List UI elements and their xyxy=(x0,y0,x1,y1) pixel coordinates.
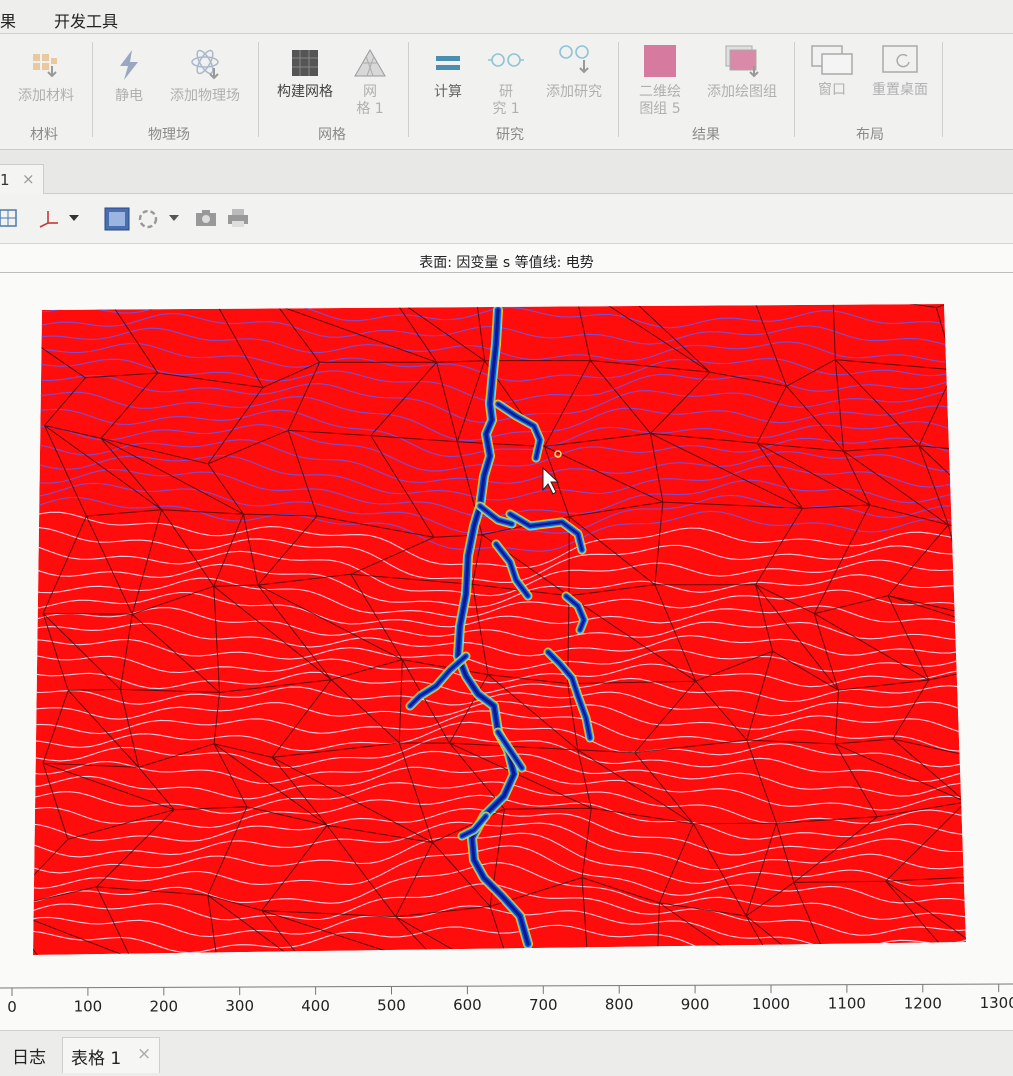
reset-desktop-button[interactable]: 重置桌面 xyxy=(864,44,936,99)
add-study-button[interactable]: 添加研究 xyxy=(538,42,610,101)
build-mesh-button[interactable]: 构建网格 xyxy=(268,48,342,101)
x-tick-label: 1000 xyxy=(752,995,790,1013)
ribbon-separator xyxy=(92,42,93,137)
plot-group-5-button[interactable]: 二维绘 图组 5 xyxy=(630,44,690,118)
tab-log[interactable]: 日志 xyxy=(12,1043,46,1068)
x-tick-label: 600 xyxy=(453,996,482,1014)
tab-graphics[interactable]: 1 × xyxy=(0,164,44,194)
print-icon[interactable] xyxy=(226,207,250,229)
ribbon-separator xyxy=(618,42,619,137)
window-button[interactable]: 窗口 xyxy=(806,44,858,99)
plot-canvas[interactable]: 0 100 200 300 400 500 600 700 800 900 1000 1100 1200… xyxy=(0,244,1013,1030)
group-label-materials: 材料 xyxy=(30,127,58,143)
zoom-extents-icon[interactable] xyxy=(0,207,20,229)
tab-close-icon[interactable]: × xyxy=(22,170,35,188)
group-label-results: 结果 xyxy=(692,127,720,143)
ribbon-separator xyxy=(258,42,259,137)
electrostatics-button[interactable]: 静电 xyxy=(108,48,150,105)
tab-table-label: 表格 1 xyxy=(71,1049,122,1069)
tab-graphics-label: 1 xyxy=(0,171,10,189)
ribbon-separator xyxy=(408,42,409,137)
ribbon-separator xyxy=(942,42,943,137)
scene-light-icon[interactable] xyxy=(104,207,130,231)
atom-icon xyxy=(191,49,219,80)
group-label-study: 研究 xyxy=(496,127,524,143)
lightning-icon xyxy=(120,50,138,80)
x-tick-label: 900 xyxy=(681,995,710,1013)
chevron-down-icon[interactable] xyxy=(168,213,180,223)
tab-table-1[interactable]: 表格 1 × xyxy=(62,1037,160,1073)
x-tick-label: 1200 xyxy=(904,994,942,1012)
triangle-mesh-icon xyxy=(354,48,386,77)
camera-icon[interactable] xyxy=(194,207,218,229)
rotate-icon[interactable] xyxy=(136,207,160,231)
x-tick-label: 300 xyxy=(225,997,254,1015)
group-label-mesh: 网格 xyxy=(318,127,346,143)
x-tick-label: 100 xyxy=(74,998,103,1016)
x-tick-label: 1300 xyxy=(980,994,1013,1012)
x-tick-label: 0 xyxy=(7,998,17,1016)
mesh-grid-icon xyxy=(292,50,318,76)
add-plot-group-icon xyxy=(725,45,759,78)
x-axis: 0 100 200 300 400 500 600 700 800 900 1000 1100 1200… xyxy=(0,983,1013,1016)
x-tick-label: 700 xyxy=(529,996,558,1014)
tab-close-icon[interactable]: × xyxy=(137,1044,151,1064)
chevron-down-icon[interactable] xyxy=(68,213,80,223)
mesh1-button[interactable]: 网 格 1 xyxy=(346,48,394,118)
add-plot-group-button[interactable]: 添加绘图组 xyxy=(700,44,784,101)
material-icon xyxy=(33,54,57,78)
x-tick-label: 400 xyxy=(301,997,330,1015)
x-tick-label: 500 xyxy=(377,997,406,1015)
menu-results[interactable]: 果 xyxy=(0,8,16,32)
plot-surface xyxy=(33,304,966,955)
x-tick-label: 1100 xyxy=(828,995,866,1013)
x-tick-label: 800 xyxy=(605,996,634,1014)
bottom-panel-tabs: 日志 表格 1 × xyxy=(0,1030,1013,1076)
x-tick-label: 200 xyxy=(149,997,178,1015)
graphics-window[interactable]: 表面: 因变量 s 等值线: 电势 0 100 200 300 400 500 600 700… xyxy=(0,244,1013,1030)
graphics-toolbar xyxy=(0,194,1013,244)
compute-button[interactable]: 计算 xyxy=(424,48,472,101)
add-study-icon xyxy=(559,45,589,74)
add-material-button[interactable]: 添加材料 xyxy=(10,48,82,105)
study-icon xyxy=(488,53,524,67)
ribbon: 添加材料 材料 静电 添加物理场 物理场 构建网格 网 格 1 网格 计算 研 … xyxy=(0,34,1013,150)
reset-desktop-icon xyxy=(882,45,918,73)
group-label-physics: 物理场 xyxy=(148,127,190,143)
window-icon xyxy=(811,45,853,75)
equals-icon xyxy=(436,56,460,70)
study1-button[interactable]: 研 究 1 xyxy=(480,48,532,118)
menu-developer[interactable]: 开发工具 xyxy=(54,8,118,32)
menu-bar: 果 开发工具 xyxy=(0,0,1013,34)
ribbon-separator xyxy=(794,42,795,137)
add-physics-button[interactable]: 添加物理场 xyxy=(160,48,250,105)
graphics-tab-row: 1 × xyxy=(0,150,1013,194)
axis-orientation-icon[interactable] xyxy=(36,207,62,231)
group-label-layout: 布局 xyxy=(856,127,884,143)
plot-group-icon xyxy=(644,45,676,77)
